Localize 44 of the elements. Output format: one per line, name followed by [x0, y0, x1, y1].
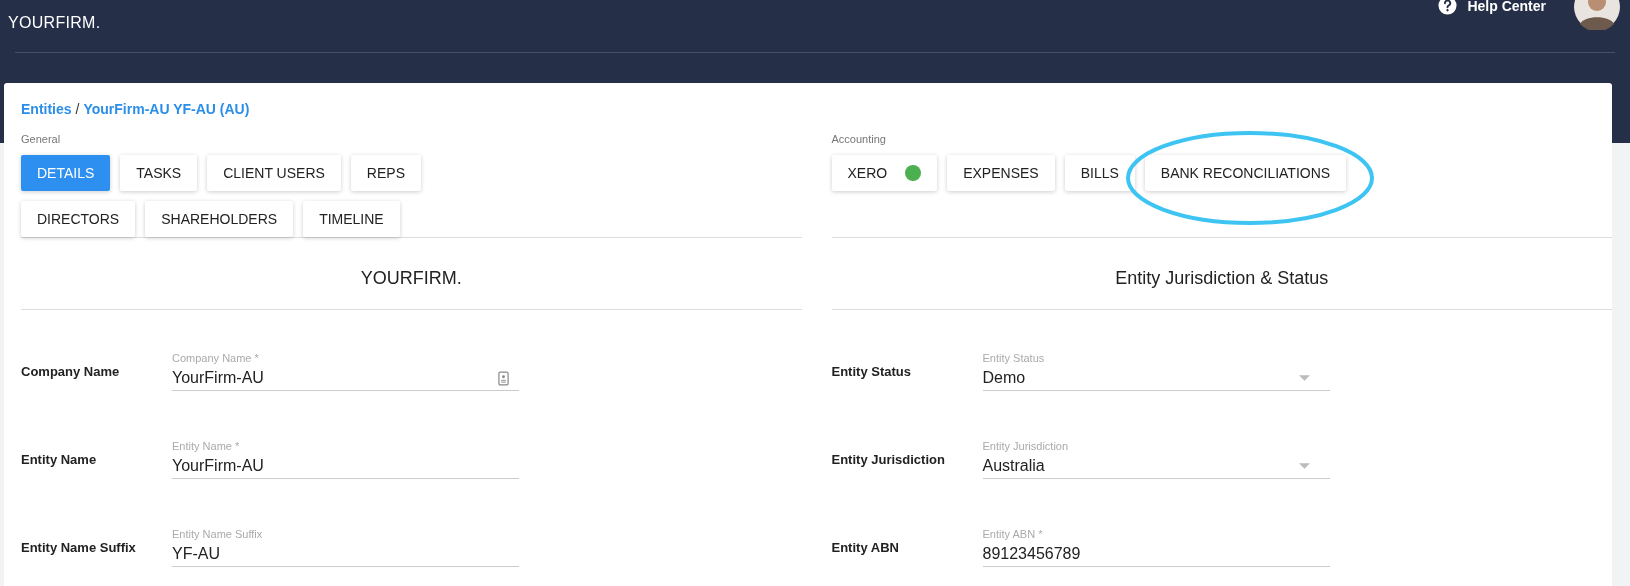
tab[interactable]: BANK RECONCILIATIONS [1144, 155, 1347, 191]
input-field[interactable]: Entity Name Suffix YF-AU [172, 528, 519, 567]
caret-icon [1298, 463, 1310, 469]
field-value: YourFirm-AU [172, 457, 264, 475]
dropdown-field[interactable]: Entity Status Demo [982, 352, 1330, 391]
dropdown-field[interactable]: Entity Jurisdiction Australia [982, 440, 1330, 479]
breadcrumb-separator: / [75, 101, 80, 117]
floating-label: Entity Jurisdiction [982, 440, 1070, 452]
field-label: Entity Status [831, 364, 912, 379]
tab[interactable]: XERO [831, 155, 938, 191]
field-label: Company Name [21, 364, 121, 379]
tab[interactable]: REPS [350, 155, 421, 191]
field-value: 89123456789 [982, 545, 1081, 563]
floating-label: Entity Name Suffix [172, 528, 264, 540]
field-value: YourFirm-AU [172, 369, 264, 387]
floating-label: Company Name * [172, 352, 260, 364]
field-label: Entity ABN [831, 540, 900, 555]
caret-icon [1298, 375, 1310, 381]
help-center-link[interactable]: Help Center [1438, 0, 1546, 15]
floating-label: Entity ABN * [982, 528, 1044, 540]
tab[interactable]: CLIENT USERS [207, 155, 341, 191]
field-label: Entity Name [21, 452, 98, 467]
logo: YOURFIRM. [8, 14, 101, 32]
tab[interactable]: TIMELINE [303, 201, 400, 237]
tab[interactable]: BILLS [1064, 155, 1135, 191]
input-field[interactable]: Entity Name * YourFirm-AU [172, 440, 519, 479]
tab[interactable]: EXPENSES [947, 155, 1055, 191]
field-value: Demo [982, 369, 1026, 387]
section-title: Entity Jurisdiction & Status [1114, 267, 1330, 290]
tab[interactable]: SHAREHOLDERS [145, 201, 294, 237]
group-label: Accounting [831, 133, 887, 145]
section-title: YOURFIRM. [359, 267, 463, 290]
input-field[interactable]: Company Name * YourFirm-AU [172, 352, 519, 391]
contact-card-icon[interactable] [498, 370, 509, 386]
tab[interactable]: DIRECTORS [21, 201, 136, 237]
tab[interactable]: TASKS [120, 155, 198, 191]
floating-label: Entity Status [982, 352, 1046, 364]
input-field[interactable]: Entity ABN * 89123456789 [982, 528, 1330, 567]
group-label: General [21, 133, 62, 145]
field-value: YF-AU [172, 545, 220, 563]
field-label: Entity Jurisdiction [831, 452, 946, 467]
floating-label: Entity Name * [172, 440, 241, 452]
field-label: Entity Name Suffix [21, 540, 137, 555]
field-value: Australia [982, 457, 1045, 475]
